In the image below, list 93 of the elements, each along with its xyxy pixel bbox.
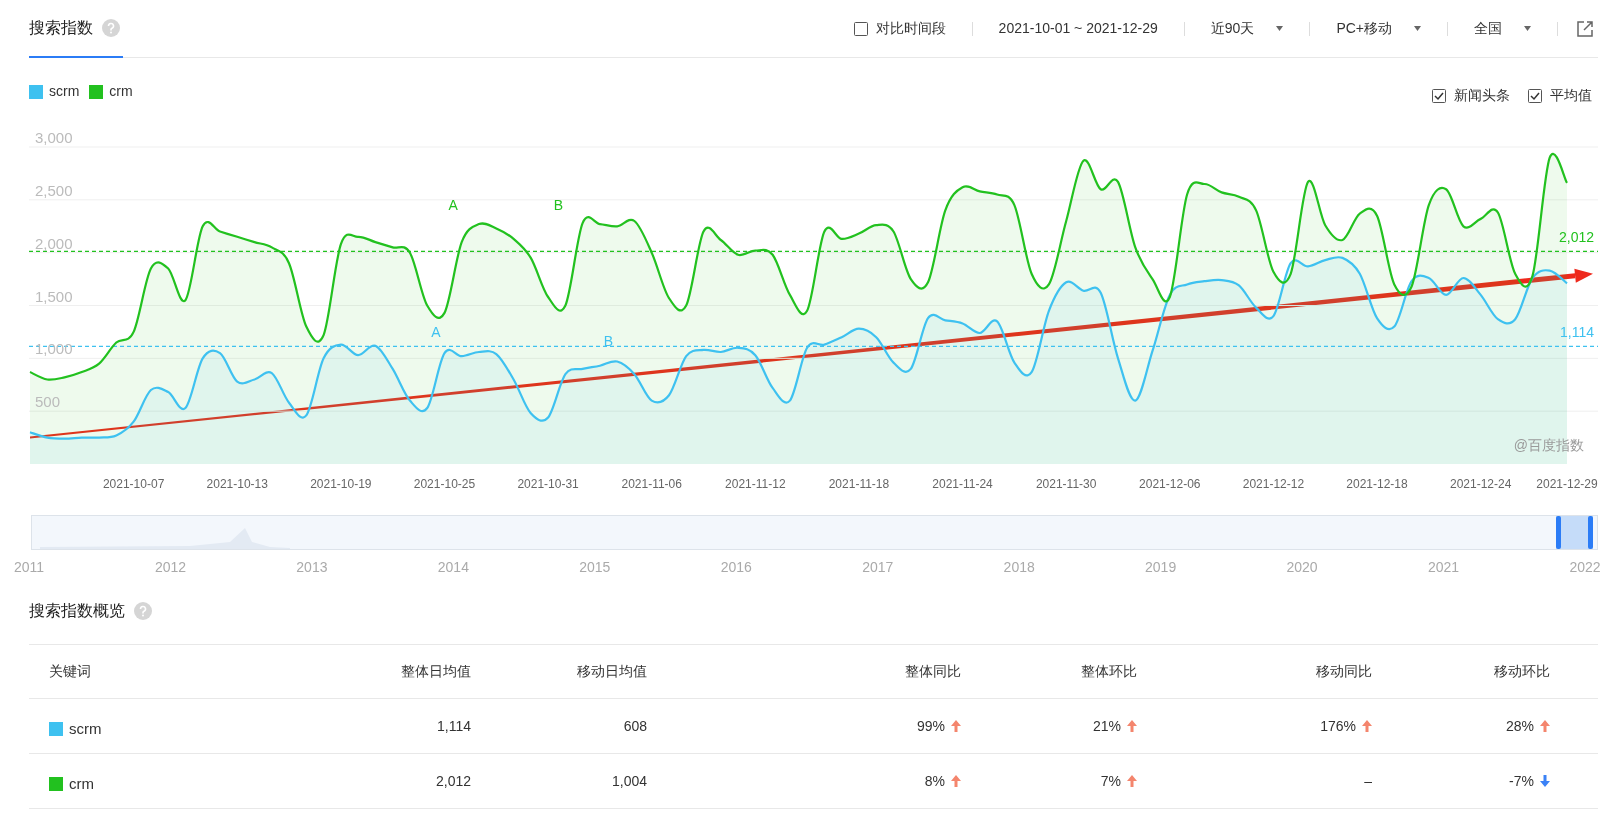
year-label: 2017 — [861, 557, 895, 577]
range-window[interactable] — [1556, 516, 1593, 549]
axis-label: 2021-12-24 — [1449, 477, 1512, 491]
up-arrow-icon — [1127, 720, 1137, 732]
table-cell-text: 2,012 — [435, 771, 471, 791]
table-cell-text: 28% — [1505, 716, 1534, 736]
keyword-label: scrm — [69, 718, 102, 739]
axis-label: 2021-11-30 — [1035, 477, 1097, 491]
down-arrow-icon — [1540, 775, 1550, 787]
source-label: @百度指数 — [1513, 437, 1584, 453]
table-cell-text: 8% — [924, 771, 945, 791]
news-marker: B — [553, 197, 564, 214]
up-arrow-icon — [1127, 775, 1137, 787]
date-range-picker[interactable]: 2021-10-01 ~ 2021-12-29 — [998, 18, 1158, 39]
axis-label: 2021-11-24 — [932, 477, 993, 491]
timeline-track[interactable] — [31, 515, 1598, 550]
legend-item[interactable]: crm — [89, 81, 133, 102]
news-marker: B — [603, 332, 614, 349]
axis-label: 2021-10-31 — [517, 477, 579, 491]
year-label: 2011 — [12, 557, 46, 577]
year-label: 2014 — [436, 557, 470, 577]
table-cell-text: -7% — [1509, 771, 1534, 791]
year-label: 2015 — [578, 557, 612, 577]
year-label: 2019 — [1144, 557, 1178, 577]
year-label: 2016 — [719, 557, 753, 577]
up-arrow-icon — [951, 775, 961, 787]
axis-label: 500 — [35, 393, 61, 411]
axis-label: 2021-10-13 — [206, 477, 268, 491]
year-label: 2012 — [153, 557, 188, 577]
section-title: 搜索指数 — [29, 18, 93, 38]
column-header: 整体同比 — [904, 662, 961, 681]
year-label: 2013 — [295, 557, 329, 577]
year-label: 2020 — [1285, 557, 1319, 577]
table-cell-text: 7% — [1100, 771, 1121, 791]
keyword-label: crm — [69, 773, 94, 794]
help-icon — [101, 18, 121, 38]
caret-icon — [1524, 26, 1531, 31]
news-marker: A — [448, 197, 458, 214]
axis-label: 1,500 — [35, 287, 73, 305]
checkbox[interactable] — [1528, 88, 1542, 103]
compare-label: 对比时间段 — [875, 19, 946, 38]
axis-label: 2021-11-18 — [828, 477, 890, 491]
axis-label: 2,500 — [35, 181, 73, 199]
column-header: 整体环比 — [1080, 662, 1137, 681]
axis-label: 2,000 — [35, 234, 73, 252]
table-cell-text: 99% — [916, 716, 945, 736]
average-label: 2,012 — [1558, 229, 1594, 246]
axis-label: 2021-12-18 — [1346, 477, 1408, 491]
dropdown[interactable]: 近90天 — [1210, 18, 1284, 39]
section-title: 搜索指数概览 — [29, 601, 125, 621]
axis-label: 2021-10-19 — [310, 477, 372, 491]
table-cell-text: 176% — [1320, 716, 1356, 736]
year-label: 2018 — [1002, 557, 1036, 577]
column-header: 移动同比 — [1315, 662, 1372, 681]
caret-icon — [1276, 26, 1284, 31]
up-arrow-icon — [951, 720, 961, 732]
up-arrow-icon — [1362, 720, 1372, 732]
axis-label: 2021-11-06 — [621, 477, 682, 491]
axis-label: 2021-11-12 — [725, 477, 786, 491]
dropdown[interactable]: 全国 — [1474, 18, 1531, 39]
caret-icon — [1414, 26, 1421, 31]
title-tab[interactable]: 搜索指数 — [29, 0, 123, 58]
average-label: 1,114 — [1560, 324, 1594, 341]
export-icon[interactable] — [1576, 19, 1594, 38]
column-header: 关键词 — [48, 662, 92, 681]
news-marker: A — [431, 324, 441, 341]
axis-label: 2021-12-12 — [1242, 477, 1305, 491]
axis-label: 2021-12-06 — [1139, 477, 1201, 491]
axis-label: 2021-10-07 — [102, 477, 165, 491]
year-label: 2022 — [1568, 557, 1602, 577]
axis-label: 2021-12-29 — [1536, 477, 1598, 491]
up-arrow-icon — [1540, 720, 1550, 732]
option-label: 平均值 — [1550, 86, 1592, 105]
column-header: 移动环比 — [1493, 662, 1551, 681]
range-handle[interactable] — [1588, 516, 1593, 549]
table-cell-text: 608 — [623, 716, 647, 736]
legend-item[interactable]: scrm — [29, 81, 80, 102]
checkbox[interactable] — [1432, 88, 1446, 103]
column-header: 整体日均值 — [400, 662, 471, 681]
axis-label: 2021-10-25 — [413, 477, 476, 491]
axis-label: 1,000 — [35, 340, 73, 358]
option-label: 新闻头条 — [1454, 86, 1510, 105]
help-icon — [133, 601, 153, 621]
column-header: 移动日均值 — [576, 662, 647, 681]
table-cell-text: – — [1364, 771, 1372, 791]
table-cell-text: 21% — [1092, 716, 1121, 736]
table-cell-text: 1,004 — [611, 771, 647, 791]
table-cell-text: 1,114 — [437, 716, 471, 736]
dropdown[interactable]: PC+移动 — [1336, 18, 1421, 39]
year-label: 2021 — [1426, 557, 1461, 577]
checkbox[interactable] — [853, 21, 868, 36]
axis-label: 3,000 — [35, 129, 73, 146]
range-handle[interactable] — [1556, 516, 1561, 549]
